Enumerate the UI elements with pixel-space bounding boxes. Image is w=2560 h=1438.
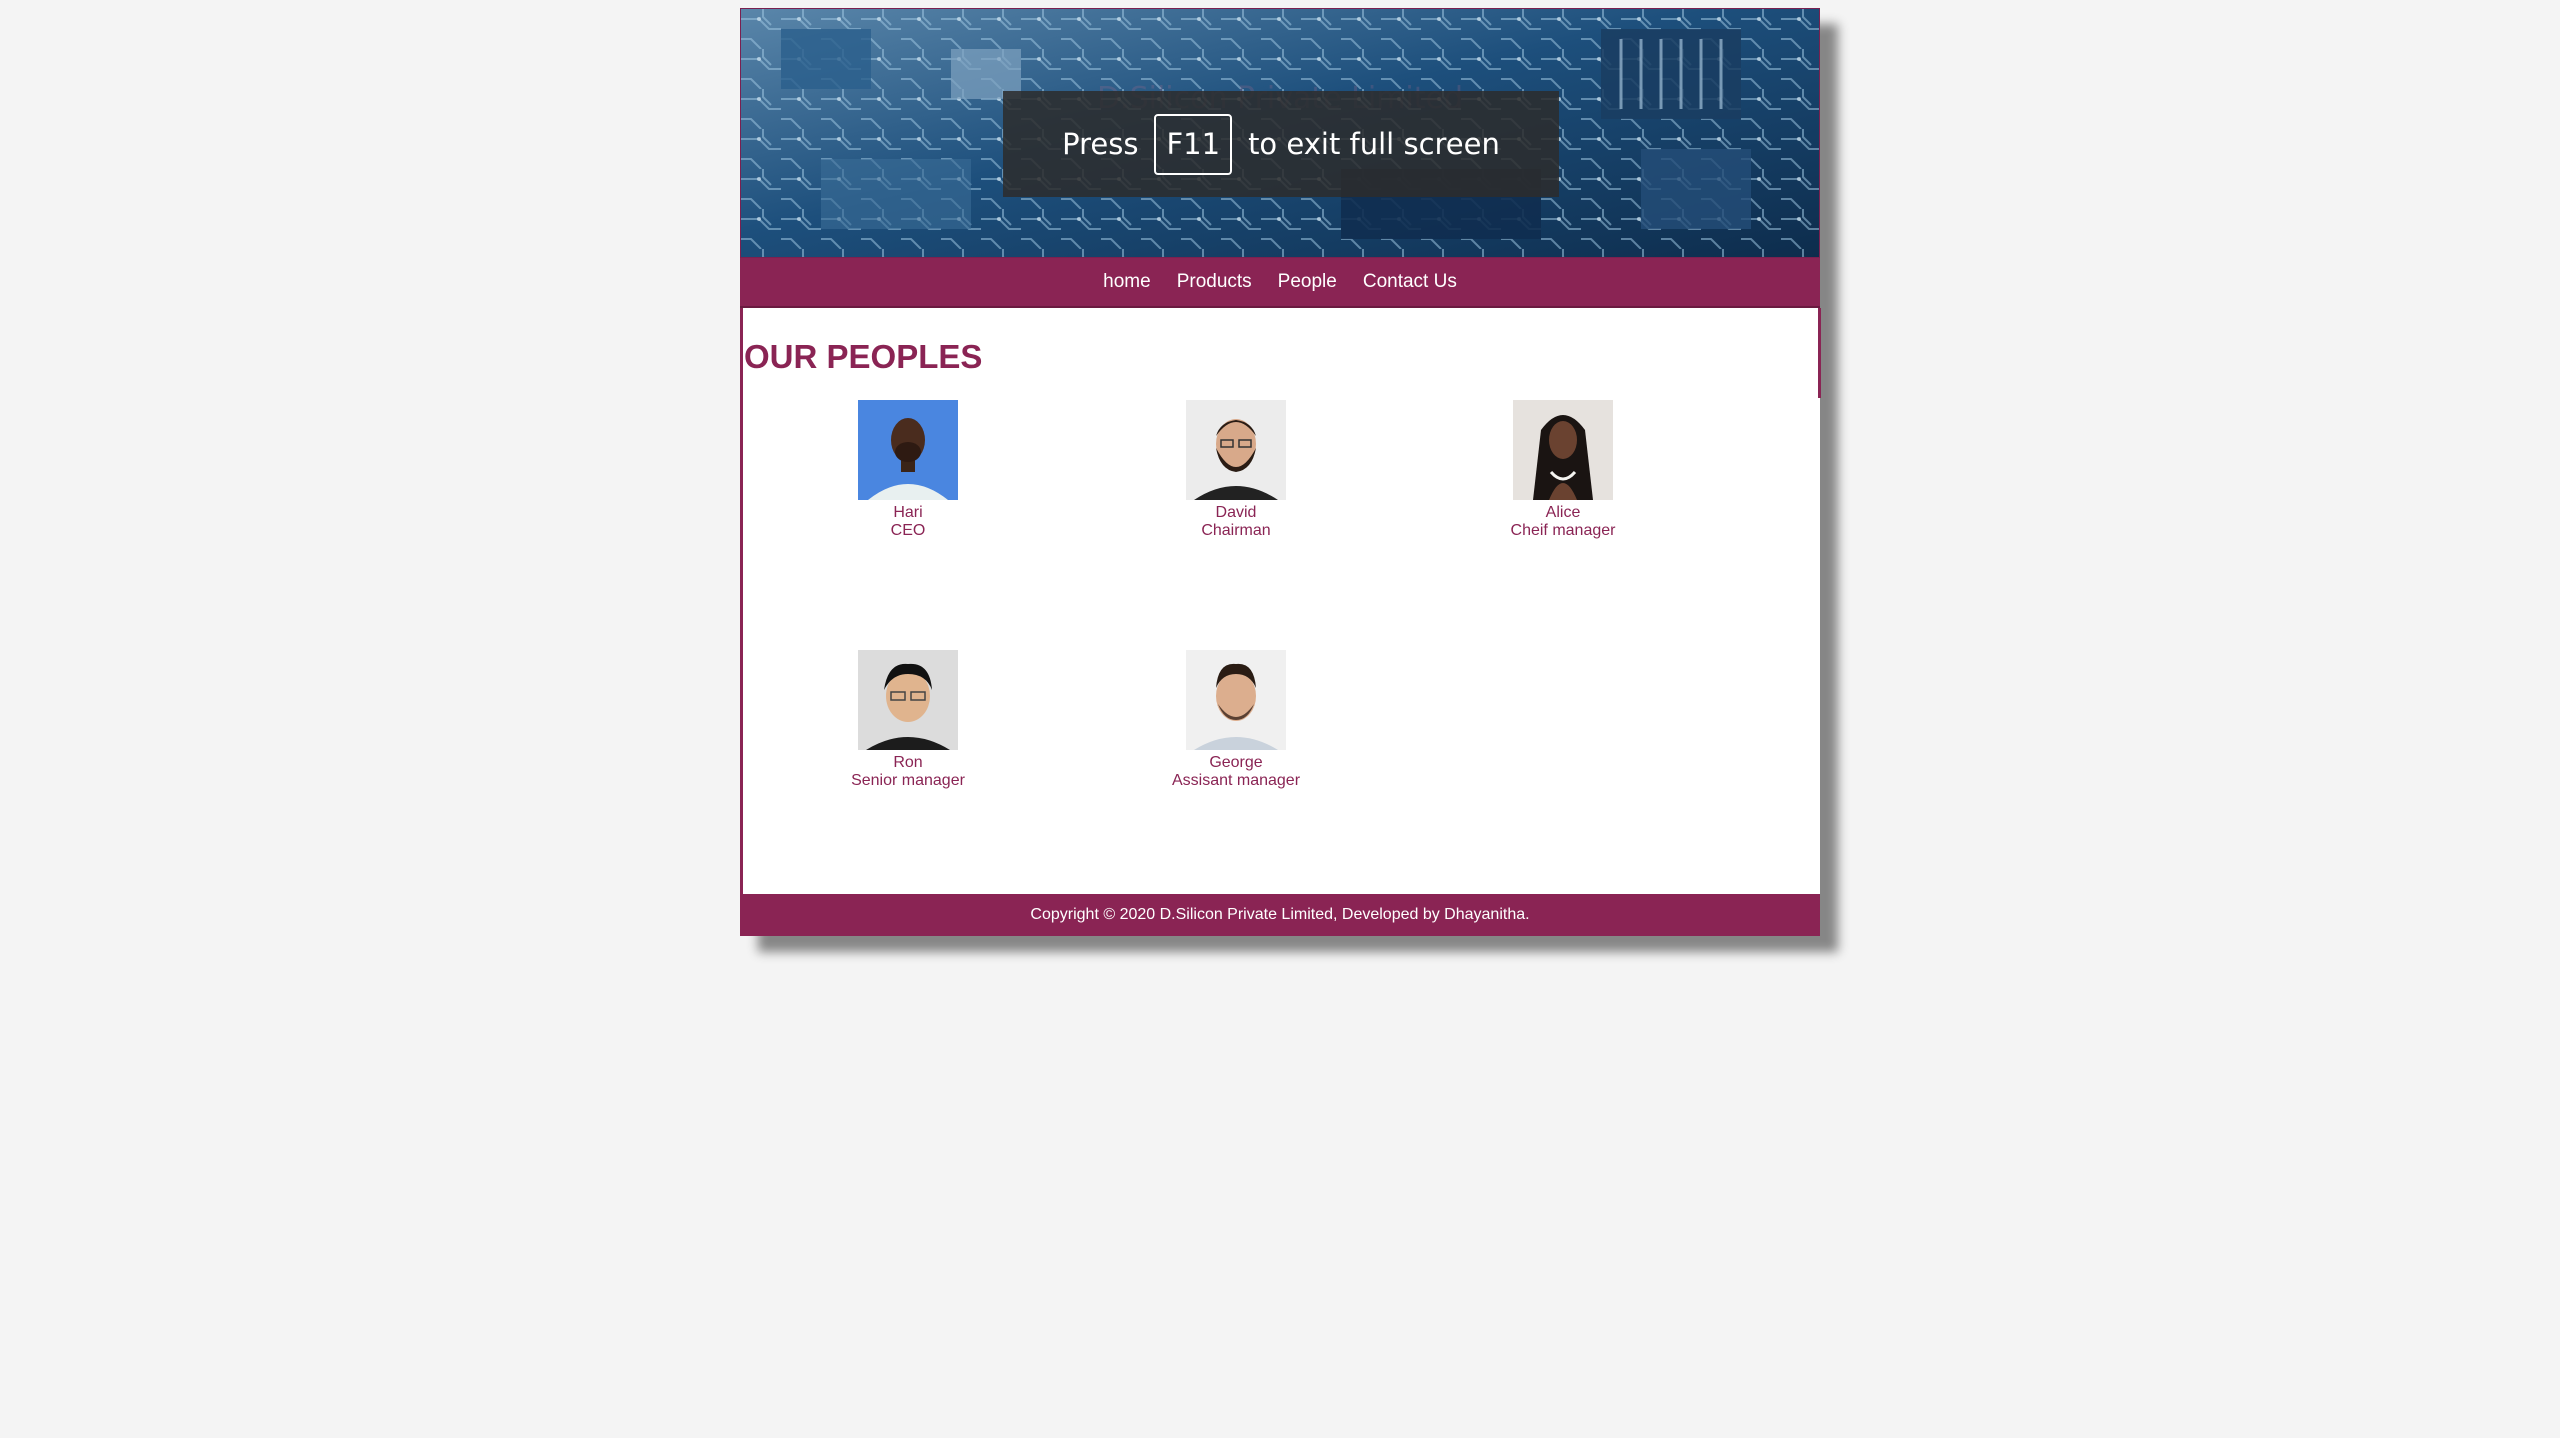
person-card-david: David Chairman: [1136, 400, 1336, 540]
nav-home[interactable]: home: [1103, 271, 1151, 293]
person-photo-ron: [858, 650, 958, 750]
header-banner: D.Silicon Private Limited Press F11 to e…: [740, 8, 1820, 258]
person-role: Senior manager: [851, 772, 965, 789]
person-role: Cheif manager: [1510, 522, 1616, 539]
person-photo-hari: [858, 400, 958, 500]
person-photo-george: [1186, 650, 1286, 750]
nav-contact-us[interactable]: Contact Us: [1363, 271, 1457, 293]
person-name: Alice: [1545, 504, 1581, 521]
person-name: George: [1209, 754, 1263, 771]
fullscreen-press-text: Press: [1062, 127, 1139, 161]
page-title: OUR PEOPLES: [744, 338, 983, 375]
person-card-alice: Alice Cheif manager: [1463, 400, 1663, 540]
f11-key-badge: F11: [1154, 113, 1233, 175]
footer-copyright: Copyright © 2020 D.Silicon Private Limit…: [1030, 906, 1530, 923]
person-name: Hari: [893, 504, 923, 521]
main-nav: home Products People Contact Us: [740, 258, 1820, 308]
person-card-ron: Ron Senior manager: [808, 650, 1008, 790]
nav-products[interactable]: Products: [1177, 271, 1252, 293]
fullscreen-suffix-text: to exit full screen: [1248, 127, 1500, 161]
person-role: CEO: [890, 522, 926, 539]
footer: Copyright © 2020 D.Silicon Private Limit…: [740, 894, 1820, 936]
person-card-hari: Hari CEO: [808, 400, 1008, 540]
person-name: David: [1215, 504, 1257, 521]
person-role: Chairman: [1201, 522, 1271, 539]
people-section: OUR PEOPLES Hari CEO David Chairman Alic…: [740, 308, 1821, 900]
person-card-george: George Assisant manager: [1136, 650, 1336, 790]
person-name: Ron: [893, 754, 923, 771]
person-photo-alice: [1513, 400, 1613, 500]
person-role: Assisant manager: [1171, 772, 1301, 789]
content-right-border: [1818, 308, 1821, 398]
person-photo-david: [1186, 400, 1286, 500]
fullscreen-notice: Press F11 to exit full screen: [1003, 91, 1559, 197]
nav-people[interactable]: People: [1278, 271, 1337, 293]
site-container: D.Silicon Private Limited Press F11 to e…: [740, 8, 1821, 936]
